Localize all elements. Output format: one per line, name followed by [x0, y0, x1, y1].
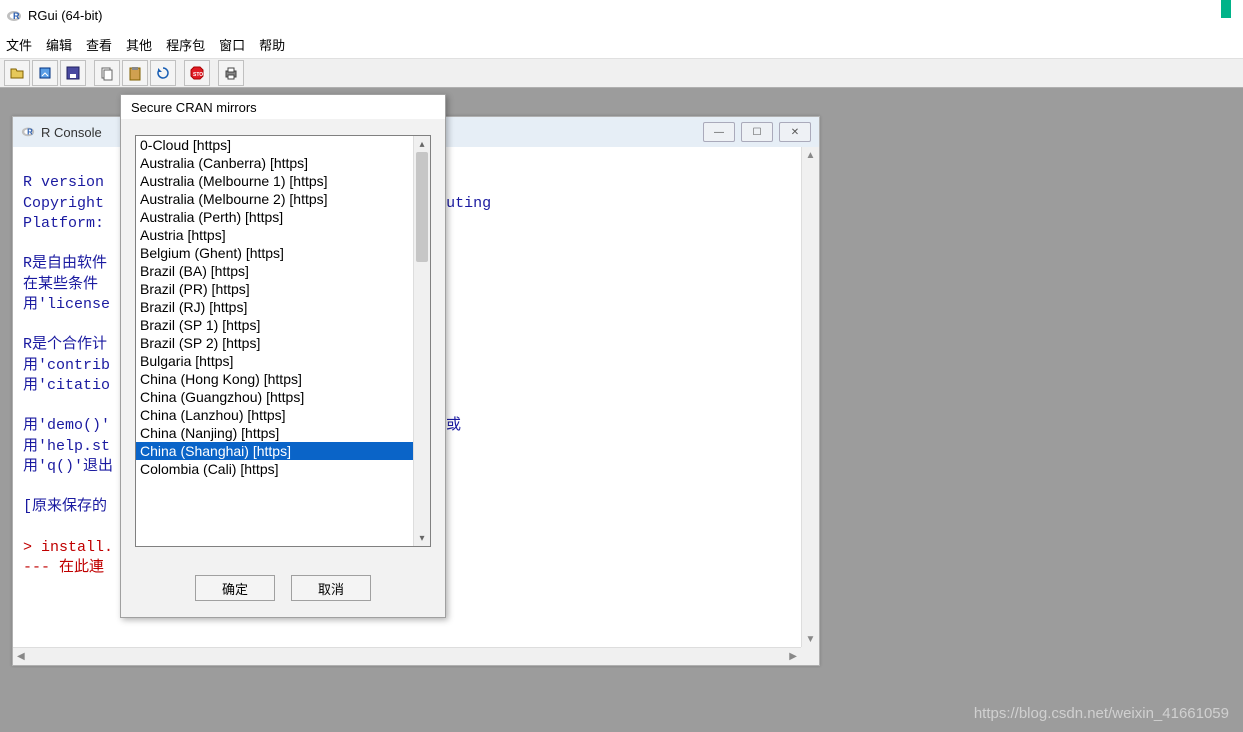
- menubar: 文件 编辑 查看 其他 程序包 窗口 帮助: [0, 30, 1243, 58]
- copy-icon[interactable]: [94, 60, 120, 86]
- refresh-icon[interactable]: [150, 60, 176, 86]
- cancel-button[interactable]: 取消: [291, 575, 371, 601]
- mirror-list-item[interactable]: Australia (Canberra) [https]: [136, 154, 413, 172]
- app-title: RGui (64-bit): [28, 8, 102, 23]
- toolbar: STOP: [0, 58, 1243, 88]
- mirror-list-item[interactable]: Brazil (RJ) [https]: [136, 298, 413, 316]
- mirror-list-item[interactable]: Australia (Melbourne 1) [https]: [136, 172, 413, 190]
- resize-grip-icon[interactable]: [801, 647, 819, 665]
- mirror-list-item[interactable]: Australia (Perth) [https]: [136, 208, 413, 226]
- open-icon[interactable]: [4, 60, 30, 86]
- svg-text:STOP: STOP: [193, 72, 205, 78]
- mirror-list-item[interactable]: Brazil (SP 2) [https]: [136, 334, 413, 352]
- scrollbar-thumb[interactable]: [416, 152, 428, 262]
- mirror-list-item[interactable]: China (Nanjing) [https]: [136, 424, 413, 442]
- mirror-list-item[interactable]: Bulgaria [https]: [136, 352, 413, 370]
- svg-text:R: R: [27, 127, 33, 136]
- console-horizontal-scrollbar[interactable]: ◀▶: [13, 647, 801, 665]
- menu-view[interactable]: 查看: [86, 35, 112, 54]
- maximize-button[interactable]: ☐: [741, 122, 773, 142]
- menu-file[interactable]: 文件: [6, 35, 32, 54]
- console-vertical-scrollbar[interactable]: ▲ ▼: [801, 147, 819, 647]
- mirror-list-item[interactable]: Brazil (PR) [https]: [136, 280, 413, 298]
- mirror-list-item[interactable]: Austria [https]: [136, 226, 413, 244]
- mirror-list-item[interactable]: Colombia (Cali) [https]: [136, 460, 413, 478]
- console-title: R Console: [41, 125, 102, 140]
- mirror-list-item[interactable]: Brazil (BA) [https]: [136, 262, 413, 280]
- mirror-list-item[interactable]: China (Lanzhou) [https]: [136, 406, 413, 424]
- app-titlebar: R RGui (64-bit): [0, 0, 1243, 30]
- save-icon[interactable]: [60, 60, 86, 86]
- scroll-up-icon[interactable]: ▲: [802, 147, 819, 163]
- scroll-left-icon[interactable]: ◀: [17, 651, 25, 662]
- menu-other[interactable]: 其他: [126, 35, 152, 54]
- stop-icon[interactable]: STOP: [184, 60, 210, 86]
- menu-help[interactable]: 帮助: [259, 35, 285, 54]
- mirror-list-item[interactable]: Brazil (SP 1) [https]: [136, 316, 413, 334]
- load-ws-icon[interactable]: [32, 60, 58, 86]
- side-tab-indicator: [1219, 0, 1233, 18]
- scroll-down-icon[interactable]: ▼: [802, 631, 819, 647]
- footer-area: [0, 668, 1243, 732]
- mirror-list-item[interactable]: China (Hong Kong) [https]: [136, 370, 413, 388]
- r-logo-icon: R: [21, 124, 35, 141]
- cran-mirror-dialog: Secure CRAN mirrors 0-Cloud [https]Austr…: [120, 94, 446, 618]
- paste-icon[interactable]: [122, 60, 148, 86]
- r-logo-icon: R: [6, 7, 22, 23]
- mirror-list-item[interactable]: 0-Cloud [https]: [136, 136, 413, 154]
- mirror-list-item[interactable]: Belgium (Ghent) [https]: [136, 244, 413, 262]
- ok-button[interactable]: 确定: [195, 575, 275, 601]
- menu-packages[interactable]: 程序包: [166, 35, 205, 54]
- mirror-list-item[interactable]: China (Guangzhou) [https]: [136, 388, 413, 406]
- minimize-button[interactable]: —: [703, 122, 735, 142]
- scroll-down-icon[interactable]: ▾: [414, 530, 430, 546]
- menu-edit[interactable]: 编辑: [46, 35, 72, 54]
- mirror-list-item[interactable]: Australia (Melbourne 2) [https]: [136, 190, 413, 208]
- mirror-list-item[interactable]: China (Shanghai) [https]: [136, 442, 413, 460]
- listbox-scrollbar[interactable]: ▴ ▾: [413, 136, 430, 546]
- menu-window[interactable]: 窗口: [219, 35, 245, 54]
- mirror-listbox[interactable]: 0-Cloud [https]Australia (Canberra) [htt…: [135, 135, 431, 547]
- dialog-title: Secure CRAN mirrors: [121, 95, 445, 119]
- close-button[interactable]: ✕: [779, 122, 811, 142]
- print-icon[interactable]: [218, 60, 244, 86]
- watermark-text: https://blog.csdn.net/weixin_41661059: [974, 705, 1229, 722]
- svg-text:R: R: [13, 11, 20, 21]
- scroll-up-icon[interactable]: ▴: [414, 136, 430, 152]
- scroll-right-icon[interactable]: ▶: [789, 651, 797, 662]
